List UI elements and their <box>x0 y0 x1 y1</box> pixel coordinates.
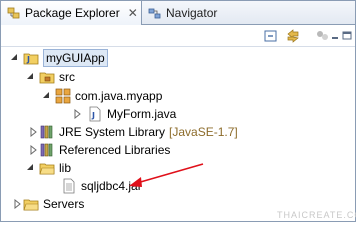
maximize-icon[interactable] <box>342 28 352 44</box>
library-icon <box>39 124 55 140</box>
java-file-label: MyForm.java <box>107 107 177 121</box>
link-with-editor-icon[interactable] <box>285 28 301 44</box>
view-menu-icon[interactable] <box>315 28 331 44</box>
tree-item-jre[interactable]: JRE System Library [JavaSE-1.7] <box>25 123 238 141</box>
annotation-arrow-icon <box>129 163 204 187</box>
collapse-all-icon[interactable] <box>263 28 279 44</box>
collapsed-twisty-icon[interactable] <box>73 109 83 119</box>
package-explorer-view: Package Explorer ✕ Navigator J myGUIApp … <box>0 0 356 222</box>
library-icon <box>39 142 55 158</box>
expanded-twisty-icon[interactable] <box>25 163 35 173</box>
view-toolbar <box>1 25 355 47</box>
lib-label: lib <box>59 161 72 175</box>
tree-item-package[interactable]: com.java.myapp <box>41 87 162 105</box>
watermark: THAICREATE.COM <box>277 210 356 220</box>
project-tree: J myGUIApp src com.java.myapp J MyForm.j… <box>1 48 355 221</box>
tab-navigator[interactable]: Navigator <box>144 1 234 25</box>
package-label: com.java.myapp <box>75 89 163 103</box>
tab-navigator-label: Navigator <box>166 6 218 20</box>
project-label: myGUIApp <box>43 49 108 67</box>
collapsed-twisty-icon[interactable] <box>29 145 39 155</box>
jre-label: JRE System Library <box>59 125 166 139</box>
tree-item-src[interactable]: src <box>25 68 75 86</box>
tree-item-java-file[interactable]: J MyForm.java <box>73 105 176 123</box>
svg-text:J: J <box>26 55 30 64</box>
expanded-twisty-icon[interactable] <box>9 53 19 63</box>
tree-item-servers[interactable]: Servers <box>9 195 84 213</box>
java-file-icon: J <box>87 106 103 122</box>
src-label: src <box>59 70 75 84</box>
package-icon <box>55 88 71 104</box>
tab-package-explorer-label: Package Explorer <box>25 6 120 20</box>
tree-item-referenced-libraries[interactable]: Referenced Libraries <box>25 141 170 159</box>
collapsed-twisty-icon[interactable] <box>13 199 23 209</box>
collapsed-twisty-icon[interactable] <box>29 127 39 137</box>
tab-strip: Package Explorer ✕ Navigator <box>1 1 355 26</box>
close-icon[interactable]: ✕ <box>128 6 138 20</box>
project-icon: J <box>23 50 39 66</box>
tree-item-lib[interactable]: lib <box>25 159 71 177</box>
servers-folder-icon <box>23 196 39 212</box>
servers-label: Servers <box>43 197 85 211</box>
referenced-libraries-label: Referenced Libraries <box>59 143 171 157</box>
minimize-icon[interactable] <box>331 28 339 44</box>
folder-icon <box>39 160 55 176</box>
svg-text:J: J <box>91 111 95 120</box>
jre-decoration: [JavaSE-1.7] <box>169 125 238 139</box>
expanded-twisty-icon[interactable] <box>41 91 51 101</box>
navigator-icon <box>148 6 162 20</box>
source-folder-icon <box>39 69 55 85</box>
tab-package-explorer[interactable]: Package Explorer ✕ <box>1 1 142 26</box>
tree-item-project[interactable]: J myGUIApp <box>9 49 108 67</box>
package-explorer-icon <box>7 6 21 20</box>
jar-file-icon <box>61 178 77 194</box>
expanded-twisty-icon[interactable] <box>25 72 35 82</box>
